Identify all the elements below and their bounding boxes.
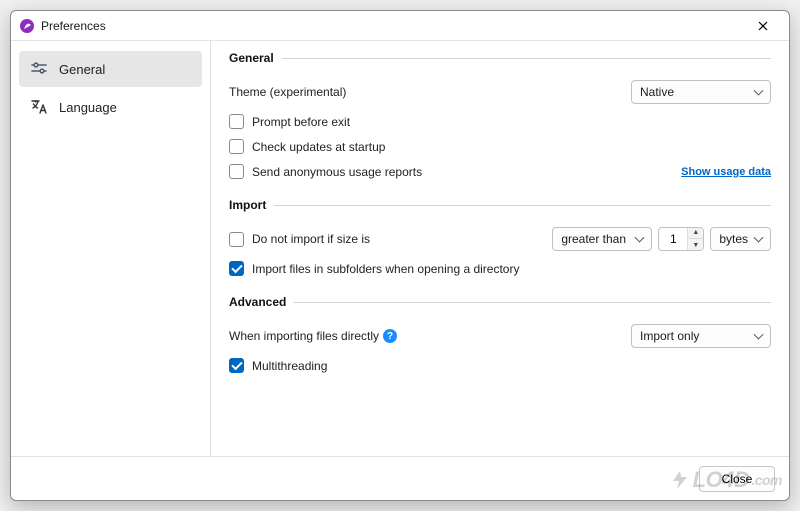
group-header: General xyxy=(229,51,771,65)
sidebar-item-label: Language xyxy=(59,100,117,115)
language-icon xyxy=(29,97,49,117)
multithreading-label: Multithreading xyxy=(252,359,327,373)
close-button[interactable]: Close xyxy=(699,466,775,492)
window-body: General Language xyxy=(11,41,789,456)
footer: Close xyxy=(11,456,789,500)
size-comparator-select[interactable]: greater than xyxy=(552,227,652,251)
group-import: Import Do not import if size is greater … xyxy=(229,198,771,281)
content-panel: General Theme (experimental) Native Prom… xyxy=(211,41,789,456)
show-usage-data-link[interactable]: Show usage data xyxy=(681,166,771,178)
sliders-icon xyxy=(29,59,49,79)
importing-mode-value: Import only xyxy=(640,329,699,343)
window-title: Preferences xyxy=(41,19,106,33)
sidebar: General Language xyxy=(11,41,211,456)
size-unit-select[interactable]: bytes xyxy=(710,227,771,251)
theme-label: Theme (experimental) xyxy=(229,85,346,99)
import-subfolders-label: Import files in subfolders when opening … xyxy=(252,262,519,276)
prompt-before-exit-checkbox[interactable] xyxy=(229,114,244,129)
importing-mode-select[interactable]: Import only xyxy=(631,324,771,348)
divider xyxy=(274,205,771,206)
prompt-before-exit-label: Prompt before exit xyxy=(252,115,350,129)
group-header: Import xyxy=(229,198,771,212)
do-not-import-checkbox[interactable] xyxy=(229,232,244,247)
check-updates-checkbox[interactable] xyxy=(229,139,244,154)
group-advanced: Advanced When importing files directly ?… xyxy=(229,295,771,378)
help-icon[interactable]: ? xyxy=(383,329,397,343)
send-reports-checkbox[interactable] xyxy=(229,164,244,179)
check-updates-label: Check updates at startup xyxy=(252,140,385,154)
divider xyxy=(294,302,771,303)
size-unit-value: bytes xyxy=(719,232,748,246)
theme-select[interactable]: Native xyxy=(631,80,771,104)
size-spin-up[interactable]: ▲ xyxy=(688,227,703,239)
window-close-button[interactable] xyxy=(743,12,783,40)
import-subfolders-checkbox[interactable] xyxy=(229,261,244,276)
when-importing-label: When importing files directly xyxy=(229,329,379,343)
sidebar-item-language[interactable]: Language xyxy=(19,89,202,125)
app-icon xyxy=(19,18,35,34)
group-title: Import xyxy=(229,198,274,212)
multithreading-checkbox[interactable] xyxy=(229,358,244,373)
size-spin-down[interactable]: ▼ xyxy=(688,239,703,251)
preferences-window: Preferences General xyxy=(10,10,790,501)
divider xyxy=(282,58,771,59)
theme-select-value: Native xyxy=(640,85,674,99)
send-reports-label: Send anonymous usage reports xyxy=(252,165,422,179)
group-general: General Theme (experimental) Native Prom… xyxy=(229,51,771,184)
titlebar: Preferences xyxy=(11,11,789,41)
sidebar-item-label: General xyxy=(59,62,105,77)
group-title: Advanced xyxy=(229,295,294,309)
do-not-import-label: Do not import if size is xyxy=(252,232,370,246)
size-value-spinner[interactable]: ▲ ▼ xyxy=(658,227,704,251)
size-value-input[interactable] xyxy=(659,232,687,246)
group-header: Advanced xyxy=(229,295,771,309)
size-comparator-value: greater than xyxy=(561,232,626,246)
sidebar-item-general[interactable]: General xyxy=(19,51,202,87)
group-title: General xyxy=(229,51,282,65)
